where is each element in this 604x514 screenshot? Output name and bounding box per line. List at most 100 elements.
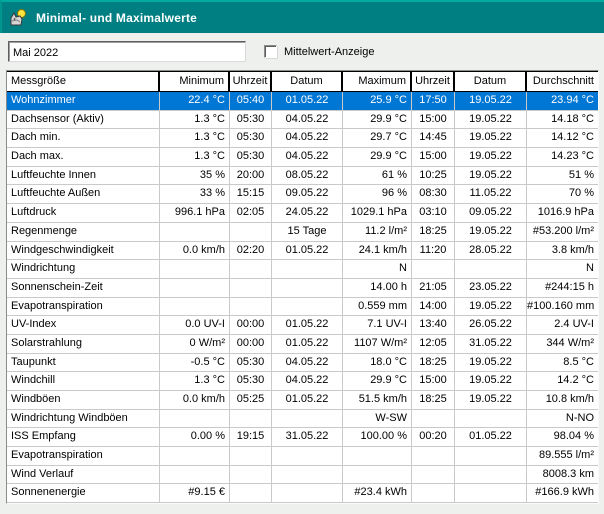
table-row[interactable]: Regenmenge 15 Tage 11.2 l/m² 18:25 19.05.22 #…	[7, 222, 598, 242]
table-row[interactable]: Wohnzimmer 22.4 °C 05:40 01.05.22 25.9 °C 17:…	[7, 92, 598, 111]
mittelwert-checkbox-label: Mittelwert-Anzeige	[284, 45, 375, 58]
table-row[interactable]: Sonnenenergie #9.15 € #23.4 kWh #166.9 kWh	[7, 484, 598, 504]
cell: 05:25	[230, 391, 272, 410]
cell	[230, 278, 272, 298]
cell	[160, 260, 230, 279]
cell: Windrichtung Windböen	[7, 409, 160, 429]
cell: Luftfeuchte Außen	[7, 185, 160, 205]
cell	[412, 409, 455, 429]
table-row[interactable]: Wind Verlauf 8008.3 km	[7, 465, 598, 485]
cell: N	[527, 260, 598, 279]
table-row[interactable]: Luftfeuchte Außen 33 % 15:15 09.05.22 96 % 08…	[7, 185, 598, 205]
cell: 0.00 %	[160, 428, 230, 448]
cell: 01.05.22	[272, 391, 343, 410]
column-header: Messgröße	[7, 71, 160, 91]
cell: 18:25	[412, 353, 455, 373]
mittelwert-checkbox-group[interactable]: Mittelwert-Anzeige	[264, 45, 374, 58]
cell	[272, 278, 343, 298]
cell: 02:05	[230, 204, 272, 223]
cell: 51.5 km/h	[343, 391, 412, 410]
cell: 61 %	[343, 166, 412, 186]
cell: 0.0 UV-I	[160, 316, 230, 335]
cell	[230, 297, 272, 317]
cell: 10.8 km/h	[527, 391, 598, 410]
cell: 11.05.22	[455, 185, 527, 205]
period-input[interactable]	[8, 41, 246, 62]
cell: Sonnenschein-Zeit	[7, 278, 160, 298]
cell	[412, 260, 455, 279]
cell: UV-Index	[7, 316, 160, 335]
cell: 13:40	[412, 316, 455, 335]
cell	[160, 409, 230, 429]
titlebar[interactable]: Minimal- und Maximalwerte	[0, 0, 604, 33]
cell: #100.160 mm	[527, 298, 598, 317]
cell: #53.200 l/m²	[527, 223, 598, 242]
cell: 0 W/m²	[160, 334, 230, 354]
mittelwert-checkbox[interactable]	[264, 45, 277, 58]
cell: 17:50	[412, 92, 455, 111]
cell	[343, 447, 412, 466]
cell: 00:20	[412, 428, 455, 448]
cell	[230, 409, 272, 429]
table-row[interactable]: Luftfeuchte Innen 35 % 20:00 08.05.22 61 % 10…	[7, 166, 598, 186]
table-row[interactable]: Windrichtung Windböen W-SW N-NO	[7, 409, 598, 429]
cell: 19.05.22	[455, 148, 527, 167]
table-row[interactable]: ISS Empfang 0.00 % 19:15 31.05.22 100.00 % 00…	[7, 428, 598, 448]
cell: 23.94 °C	[527, 92, 598, 111]
table-row[interactable]: Windgeschwindigkeit 0.0 km/h 02:20 01.05.22…	[7, 241, 598, 261]
cell	[455, 447, 527, 466]
cell: Solarstrahlung	[7, 334, 160, 354]
cell: 31.05.22	[272, 428, 343, 448]
cell	[230, 447, 272, 466]
cell: 01.05.22	[272, 316, 343, 335]
table-row[interactable]: Evapotranspiration 0.559 mm 14:00 19.05.22 #…	[7, 297, 598, 317]
table-row[interactable]: Windchill 1.3 °C 05:30 04.05.22 29.9 °C 15:00…	[7, 372, 598, 391]
table-row[interactable]: Evapotranspiration 89.555 l/m²	[7, 447, 598, 466]
cell: 8008.3 km	[527, 466, 598, 485]
cell: 04.05.22	[272, 110, 343, 130]
cell: 24.05.22	[272, 204, 343, 223]
cell: 1016.9 hPa	[527, 204, 598, 223]
cell: 02:20	[230, 241, 272, 261]
cell: 01.05.22	[272, 334, 343, 354]
cell: Wind Verlauf	[7, 465, 160, 485]
cell: Wohnzimmer	[7, 92, 160, 111]
table-row[interactable]: Luftdruck 996.1 hPa 02:05 24.05.22 1029.1 hP…	[7, 204, 598, 223]
table-row[interactable]: Dach max. 1.3 °C 05:30 04.05.22 29.9 °C 15:00…	[7, 148, 598, 167]
cell: Windrichtung	[7, 260, 160, 279]
cell: 03:10	[412, 204, 455, 223]
column-header: Uhrzeit	[230, 71, 272, 91]
table-row[interactable]: Solarstrahlung 0 W/m² 00:00 01.05.22 1107 W/…	[7, 334, 598, 354]
cell: Dachsensor (Aktiv)	[7, 110, 160, 130]
cell: 14.12 °C	[527, 129, 598, 149]
table-row[interactable]: Windböen 0.0 km/h 05:25 01.05.22 51.5 km/h 18…	[7, 391, 598, 410]
table-row[interactable]: UV-Index 0.0 UV-I 00:00 01.05.22 7.1 UV-I 13:…	[7, 316, 598, 335]
cell: Luftdruck	[7, 204, 160, 223]
cell: 0.0 km/h	[160, 391, 230, 410]
window-title: Minimal- und Maximalwerte	[36, 10, 198, 25]
cell: 11.2 l/m²	[343, 222, 412, 242]
table-row[interactable]: Taupunkt -0.5 °C 05:30 04.05.22 18.0 °C 18:25…	[7, 353, 598, 373]
cell: 70 %	[527, 185, 598, 205]
cell	[272, 297, 343, 317]
cell	[455, 260, 527, 279]
cell: 23.05.22	[455, 278, 527, 298]
cell: 15:00	[412, 148, 455, 167]
app-window: Minimal- und Maximalwerte Mittelwert-Anz…	[0, 0, 604, 514]
cell: 05:30	[230, 110, 272, 130]
cell: 33 %	[160, 185, 230, 205]
cell	[412, 484, 455, 504]
table-row[interactable]: Dachsensor (Aktiv) 1.3 °C 05:30 04.05.22 29.…	[7, 110, 598, 130]
cell: 2.4 UV-I	[527, 316, 598, 335]
table-row[interactable]: Dach min. 1.3 °C 05:30 04.05.22 29.7 °C 14:45…	[7, 129, 598, 149]
cell: 51 %	[527, 167, 598, 186]
table-row[interactable]: Windrichtung N N	[7, 260, 598, 279]
cell: 8.5 °C	[527, 354, 598, 373]
cell	[160, 447, 230, 466]
table-row[interactable]: Sonnenschein-Zeit 14.00 h 21:05 23.05.22 #24…	[7, 278, 598, 298]
column-header: Uhrzeit	[412, 71, 455, 91]
cell: 14.2 °C	[527, 372, 598, 391]
cell: 0.0 km/h	[160, 241, 230, 261]
cell	[272, 260, 343, 279]
cell: 18.0 °C	[343, 353, 412, 373]
